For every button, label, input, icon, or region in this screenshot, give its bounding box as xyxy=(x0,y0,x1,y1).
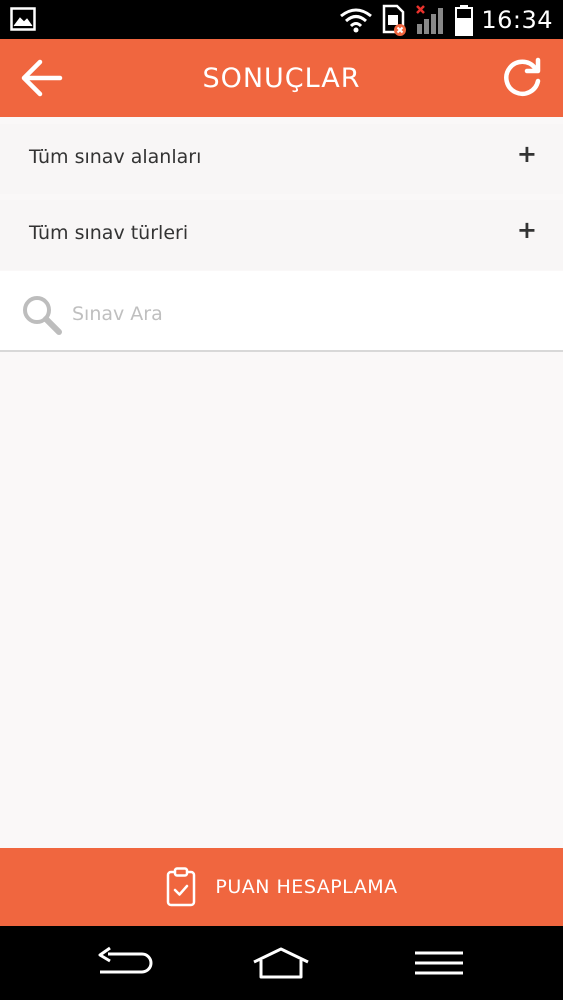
search-icon xyxy=(20,293,64,337)
search-input[interactable] xyxy=(72,297,532,331)
plus-icon[interactable]: + xyxy=(517,140,537,168)
results-list xyxy=(0,352,563,848)
app-bar: SONUÇLAR xyxy=(0,39,563,117)
back-nav-icon[interactable] xyxy=(94,946,154,980)
filter-exam-types-label: Tüm sınav türleri xyxy=(29,222,189,244)
status-time: 16:34 xyxy=(481,6,553,34)
home-nav-icon[interactable] xyxy=(251,946,311,980)
wifi-icon xyxy=(339,7,373,33)
system-nav-bar xyxy=(0,926,563,1000)
search-bar xyxy=(0,271,563,352)
filter-exam-areas-label: Tüm sınav alanları xyxy=(29,146,202,168)
battery-icon xyxy=(455,4,474,36)
plus-icon[interactable]: + xyxy=(517,216,537,244)
signal-off-icon xyxy=(415,4,447,36)
image-icon xyxy=(10,7,36,31)
sim-card-error-icon xyxy=(381,4,407,36)
clipboard-check-icon xyxy=(165,867,197,907)
status-bar: 16:34 xyxy=(0,0,563,39)
filter-exam-types[interactable]: Tüm sınav türleri + xyxy=(0,200,563,270)
menu-nav-icon[interactable] xyxy=(409,946,469,980)
page-title: SONUÇLAR xyxy=(202,63,361,94)
score-calculation-button[interactable]: PUAN HESAPLAMA xyxy=(0,848,563,926)
refresh-icon[interactable] xyxy=(501,57,543,99)
score-calculation-label: PUAN HESAPLAMA xyxy=(215,876,398,898)
filter-exam-areas[interactable]: Tüm sınav alanları + xyxy=(0,124,563,194)
